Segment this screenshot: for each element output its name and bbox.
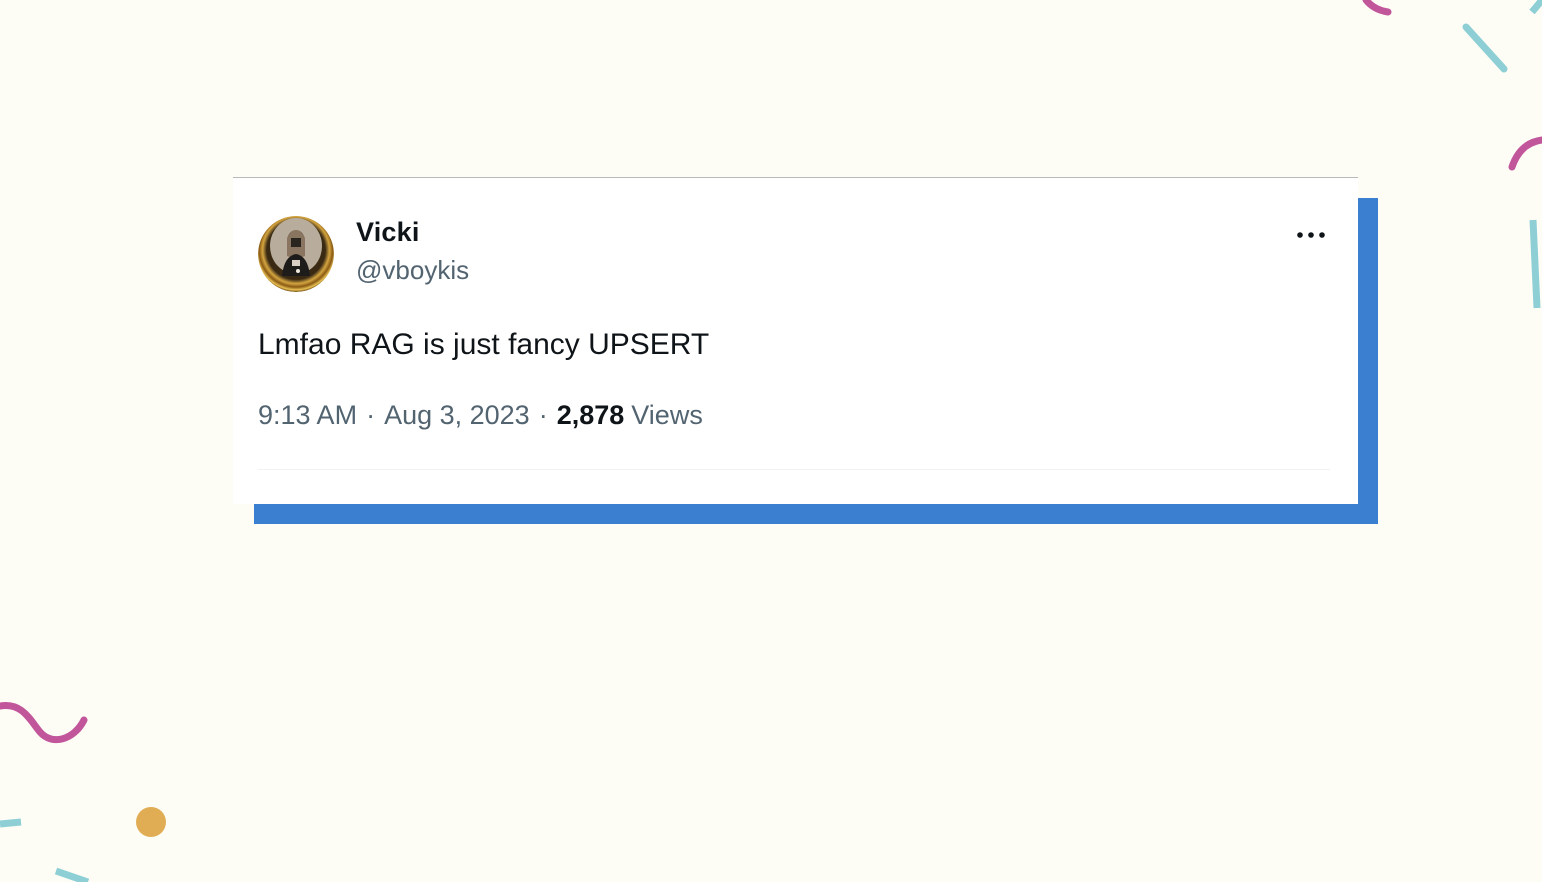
confetti-pink-squiggle-top	[1362, 0, 1392, 16]
tweet-card: Vicki @vboykis Lmfao RAG is just fancy U…	[233, 177, 1358, 504]
display-name[interactable]: Vicki	[356, 217, 420, 248]
meta-separator: ·	[538, 400, 548, 430]
views-label: Views	[631, 400, 703, 430]
confetti-pink-wave-bottom-left	[0, 701, 88, 744]
confetti-gold-dot	[136, 807, 166, 837]
confetti-teal-dash-top-right	[1529, 0, 1542, 15]
tweet-text: Lmfao RAG is just fancy UPSERT	[258, 328, 710, 361]
confetti-pink-arc-right	[1508, 136, 1542, 171]
confetti-teal-dash-bottom-left	[0, 818, 22, 828]
user-avatar-photo[interactable]	[258, 216, 334, 292]
more-options-button[interactable]	[1291, 218, 1331, 252]
confetti-teal-dash-bottom	[54, 867, 90, 882]
more-options-ellipsis-icon	[1297, 232, 1325, 238]
tweet-meta: 9:13 AM · Aug 3, 2023 · 2,878 Views	[258, 400, 703, 431]
tweet-time-link[interactable]: 9:13 AM	[258, 400, 357, 431]
divider	[258, 469, 1330, 470]
meta-separator: ·	[366, 400, 376, 430]
confetti-teal-bar-right	[1529, 219, 1541, 309]
views-count: 2,878	[556, 400, 625, 430]
tweet-date-link[interactable]: Aug 3, 2023	[384, 400, 530, 431]
user-handle[interactable]: @vboykis	[356, 255, 469, 286]
confetti-teal-dash-diagonal	[1462, 23, 1508, 73]
